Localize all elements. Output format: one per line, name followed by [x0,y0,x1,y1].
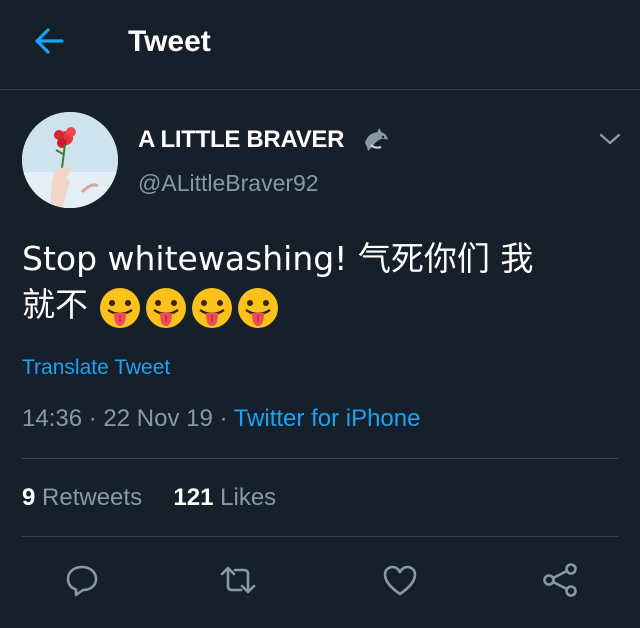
retweet-icon [220,566,256,594]
dolphin-emoji-icon [365,128,388,151]
more-options-button[interactable] [598,130,622,148]
reply-icon [66,565,98,597]
heart-icon [383,565,417,596]
tweet-text-line-1: Stop whitewashing! 气死你们 我 [22,239,534,278]
meta-separator: · [219,405,228,432]
retweet-button[interactable] [218,560,258,600]
retweets-count: 9 [22,484,36,511]
divider [22,458,618,459]
chevron-down-icon [599,133,621,145]
likes-label: Likes [220,484,277,511]
tweet-time: 14:36 [22,405,83,432]
retweets-stat[interactable]: 9 Retweets [22,484,142,512]
tweet-date: 22 Nov 19 [103,405,213,432]
tweet-text-line-2-text: 就不 [22,285,88,324]
top-bar: Tweet [0,0,640,90]
share-icon [543,563,577,597]
retweets-label: Retweets [42,484,143,511]
arrow-left-icon [35,28,64,54]
like-button[interactable] [380,560,420,600]
tweet-stats: 9 Retweets 121 Likes [22,484,276,512]
back-button[interactable] [32,26,66,56]
reply-button[interactable] [62,560,102,600]
author-handle[interactable]: @ALittleBraver92 [138,170,319,197]
author-display-name[interactable]: A LITTLE BRAVER [138,126,344,154]
tongue-out-emoji-icon [192,287,232,328]
page-title: Tweet [128,25,211,58]
meta-separator: · [88,405,97,432]
tongue-out-emoji-icon [238,287,278,328]
share-button[interactable] [540,560,580,600]
avatar[interactable] [22,112,118,208]
tweet-text-line-2: 就不 [22,282,612,330]
emoji-group [98,283,282,330]
likes-count: 121 [173,484,214,511]
tongue-out-emoji-icon [146,287,186,328]
likes-stat[interactable]: 121 Likes [173,484,276,512]
translate-tweet-link[interactable]: Translate Tweet [22,356,170,380]
tweet-source-link[interactable]: Twitter for iPhone [234,405,421,432]
divider [22,536,618,537]
tweet-text: Stop whitewashing! 气死你们 我 就不 [22,236,612,330]
tweet-metadata: 14:36 · 22 Nov 19 · Twitter for iPhone [22,405,420,433]
tongue-out-emoji-icon [100,287,140,328]
